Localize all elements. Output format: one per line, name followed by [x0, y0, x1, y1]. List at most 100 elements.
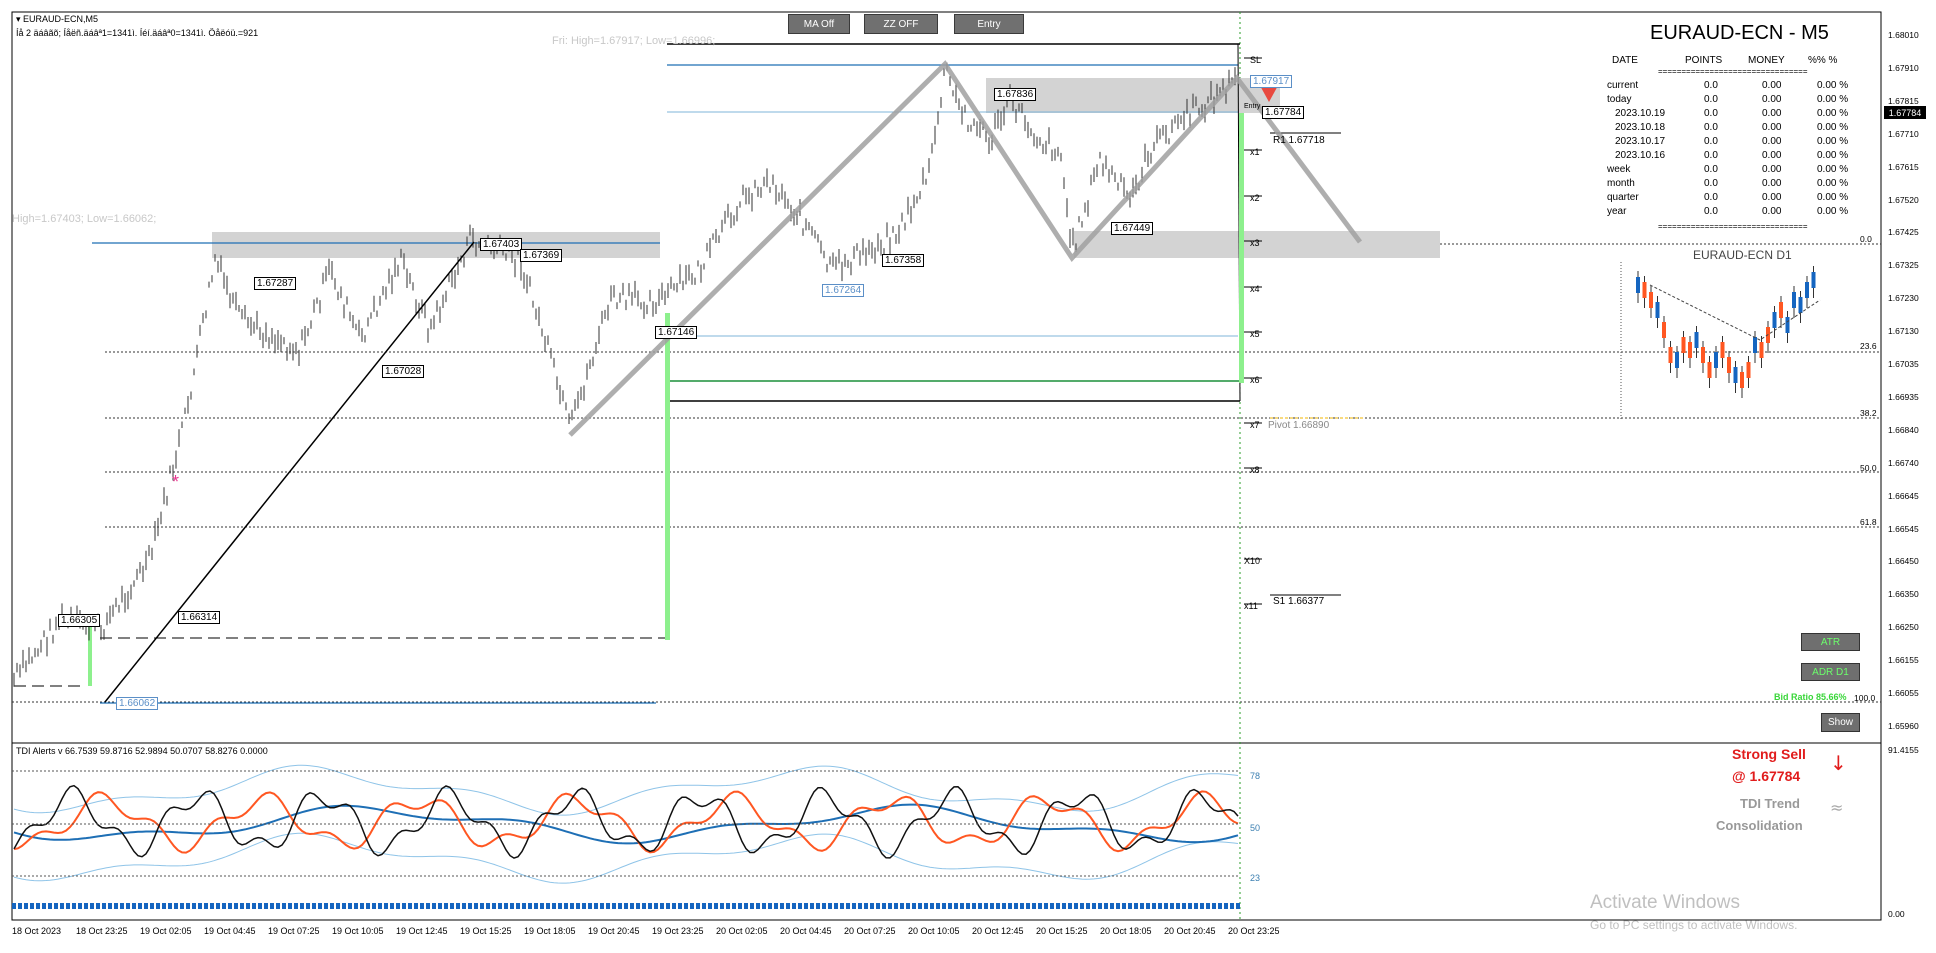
stats-cell-label: 2023.10.18: [1615, 122, 1666, 133]
wave-icon: ≈: [1830, 798, 1843, 817]
time-axis-label: 20 Oct 04:45: [780, 926, 832, 936]
r1-label: R1 1.67718: [1273, 135, 1325, 146]
price-label: 1.66314: [178, 611, 221, 624]
d1-candle-body: [1714, 352, 1718, 368]
d1-candle-body: [1662, 322, 1666, 338]
stats-cell-pct: 0.00 %: [1817, 150, 1849, 161]
stats-cell-money: 0.00: [1762, 94, 1782, 105]
x10-label: X10: [1244, 556, 1261, 566]
time-axis-label: 19 Oct 02:05: [140, 926, 192, 936]
price-axis-label: 1.66645: [1888, 490, 1919, 501]
stats-cell-money: 0.00: [1762, 136, 1782, 147]
price-label: 1.67287: [254, 277, 297, 290]
stats-cell-label: today: [1607, 94, 1632, 105]
account-info: Íå 2 äáâãõ; Íåëñ.äáâª1=1341ì. Íéí.äáâª0=…: [16, 28, 259, 38]
d1-candle-body: [1681, 337, 1686, 353]
time-axis-label: 18 Oct 2023: [12, 926, 62, 936]
price-axis-label: 1.67710: [1888, 128, 1919, 139]
s1-label: S1 1.66377: [1273, 596, 1325, 607]
zone-rect: [212, 232, 660, 258]
price-label: 1.66305: [58, 614, 101, 627]
d1-candle-body: [1649, 292, 1653, 308]
price-label: 1.67403: [480, 238, 523, 251]
price-axis-label: 1.66935: [1888, 391, 1919, 402]
tdi-trend-label: TDI Trend: [1740, 796, 1800, 811]
entry-button[interactable]: Entry: [954, 14, 1024, 34]
time-axis-label: 18 Oct 23:25: [76, 926, 128, 936]
price-label: 1.67264: [822, 284, 865, 297]
time-axis-label: 20 Oct 10:05: [908, 926, 960, 936]
price-label: 1.67028: [382, 365, 425, 378]
retrace-100-label: 100.0: [1854, 693, 1876, 703]
price-axis-label: 1.67520: [1888, 194, 1919, 205]
tdi-label-50: 50: [1250, 823, 1261, 833]
stats-cell-label: current: [1607, 80, 1639, 91]
d1-candle-body: [1772, 312, 1777, 328]
d1-candle-body: [1655, 302, 1660, 318]
price-axis-label: 1.66350: [1888, 589, 1919, 600]
activate-windows-title: Activate Windows: [1590, 892, 1740, 913]
time-axis-label: 20 Oct 07:25: [844, 926, 896, 936]
stats-header-points: POINTS: [1685, 55, 1723, 66]
signal-price: @ 1.67784: [1732, 768, 1801, 784]
d1-candle-body: [1792, 292, 1796, 308]
green-vertical-bar: [665, 313, 670, 640]
price-axis-label: 1.67615: [1888, 161, 1919, 172]
show-button[interactable]: Show: [1821, 713, 1860, 732]
d1-candle-body: [1811, 272, 1816, 288]
stats-cell-money: 0.00: [1762, 164, 1782, 175]
stats-cell-pct: 0.00 %: [1817, 136, 1849, 147]
stats-cell-pct: 0.00 %: [1817, 122, 1849, 133]
stats-header-money: MONEY: [1748, 55, 1785, 66]
price-axis-label: 1.67815: [1888, 95, 1919, 106]
zz-off-button[interactable]: ZZ OFF: [864, 14, 938, 34]
price-axis-label: 1.66155: [1888, 655, 1919, 666]
d1-candle-body: [1740, 372, 1744, 388]
price-label: 1.66062: [116, 697, 159, 710]
d1-candle-body: [1668, 347, 1673, 363]
time-axis-label: 20 Oct 18:05: [1100, 926, 1152, 936]
x2-label: x2: [1250, 193, 1260, 203]
time-axis-label: 20 Oct 23:25: [1228, 926, 1280, 936]
stats-cell-label: 2023.10.17: [1615, 136, 1666, 147]
stats-cell-points: 0.0: [1704, 80, 1718, 91]
time-axis-label: 19 Oct 20:45: [588, 926, 640, 936]
d1-candle-body: [1727, 357, 1731, 373]
price-label: 1.67146: [655, 326, 698, 339]
d1-candle-body: [1720, 342, 1725, 358]
price-label: 1.67358: [882, 254, 925, 267]
price-axis-label: 1.67425: [1888, 227, 1919, 238]
stats-cell-label: 2023.10.19: [1615, 108, 1666, 119]
stats-cell-pct: 0.00 %: [1817, 206, 1849, 217]
stats-cell-points: 0.0: [1704, 192, 1718, 203]
price-axis-label: 1.65960: [1888, 720, 1919, 731]
chart-border: [11, 11, 1882, 921]
range-high-low: High=1.67403; Low=1.66062;: [12, 213, 157, 225]
price-axis-label: 1.66840: [1888, 424, 1919, 435]
d1-candle-body: [1694, 332, 1699, 348]
tdi-axis-min: 0.00: [1888, 909, 1905, 919]
time-axis-label: 20 Oct 02:05: [716, 926, 768, 936]
stats-cell-money: 0.00: [1762, 178, 1782, 189]
stats-cell-label: year: [1607, 206, 1627, 217]
d1-candle-body: [1733, 367, 1738, 383]
price-label: 1.67369: [520, 249, 563, 262]
price-axis-label: 1.67035: [1888, 359, 1919, 369]
stats-cell-money: 0.00: [1762, 108, 1782, 119]
stats-cell-pct: 0.00 %: [1817, 178, 1849, 189]
d1-candle-body: [1746, 362, 1751, 378]
stats-cell-money: 0.00: [1762, 192, 1782, 203]
price-axis-label: 1.66055: [1888, 688, 1919, 698]
x7-label: x7: [1250, 420, 1260, 430]
ma-off-button[interactable]: MA Off: [788, 14, 850, 34]
fri-high-low: Fri: High=1.67917; Low=1.66996;: [552, 35, 716, 47]
down-arrow-icon: ↓: [1830, 751, 1847, 775]
stats-cell-pct: 0.00 %: [1817, 80, 1849, 91]
atr-button[interactable]: ATR: [1801, 633, 1860, 651]
entry-label: Entry: [1244, 103, 1261, 110]
price-label: 1.67917: [1250, 75, 1293, 88]
symbol-title: ▾ EURAUD-ECN,M5: [16, 14, 99, 24]
stats-separator: ================================: [1658, 222, 1808, 231]
adr-d1-button[interactable]: ADR D1: [1801, 663, 1860, 681]
price-label: 1.67449: [1111, 222, 1154, 235]
